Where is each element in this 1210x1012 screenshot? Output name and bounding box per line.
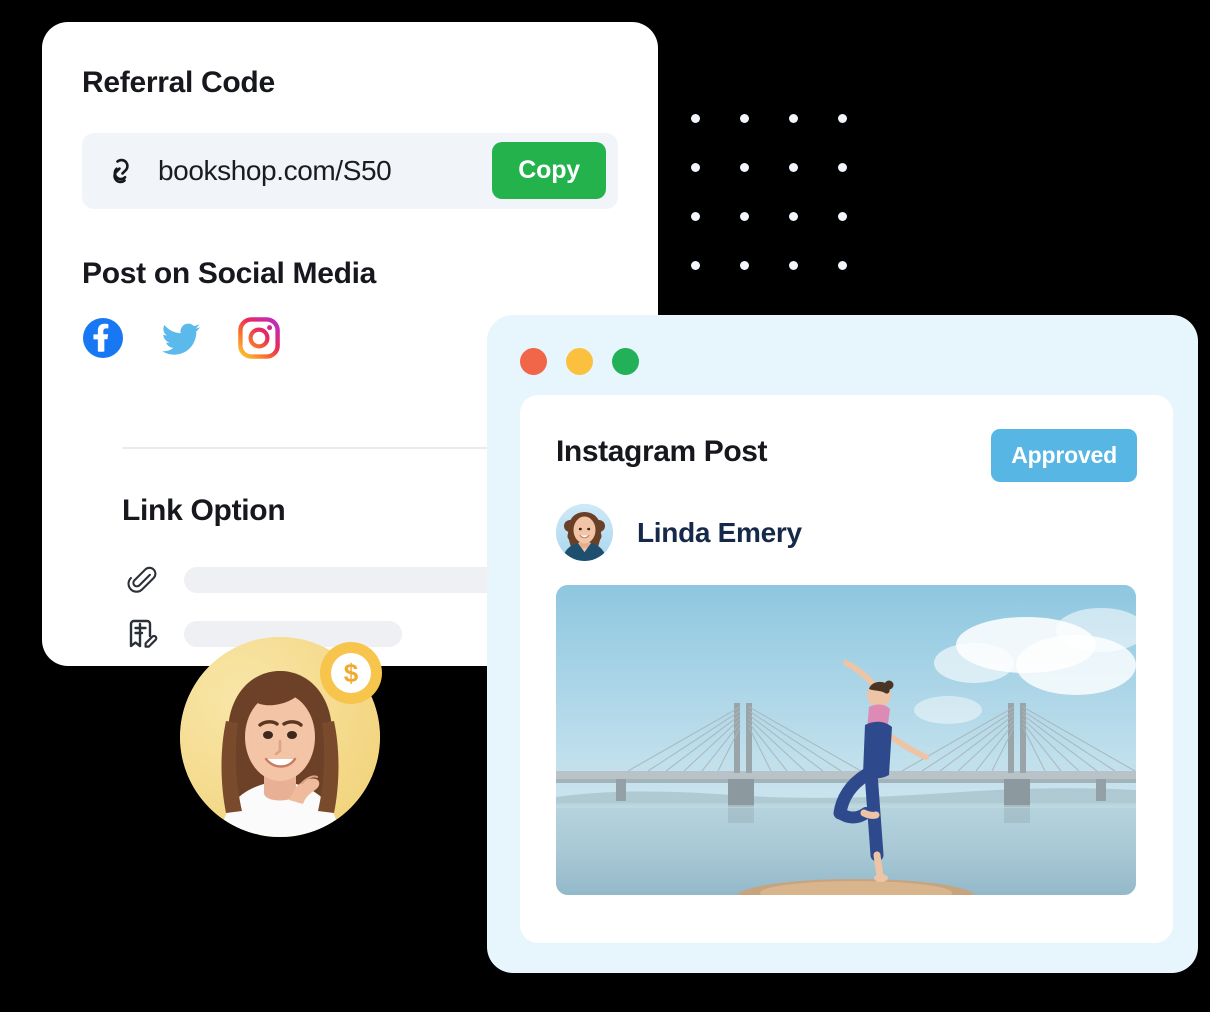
minimize-dot[interactable]: [566, 348, 593, 375]
instagram-post-card: Instagram Post Approved Linda Emery: [520, 395, 1173, 943]
referrer-avatar-wrap: $: [180, 637, 382, 837]
grid-dot: [838, 114, 847, 123]
grid-dot: [789, 261, 798, 270]
grid-dot: [740, 163, 749, 172]
grid-dot: [691, 163, 700, 172]
copy-button[interactable]: Copy: [492, 142, 606, 199]
grid-dot: [789, 163, 798, 172]
grid-dot: [691, 212, 700, 221]
status-badge[interactable]: Approved: [991, 429, 1137, 482]
post-photo[interactable]: [556, 585, 1136, 895]
maximize-dot[interactable]: [612, 348, 639, 375]
twitter-icon[interactable]: [160, 317, 202, 359]
post-header: Instagram Post Approved: [556, 429, 1137, 482]
post-author-name: Linda Emery: [637, 516, 802, 548]
grid-dot: [740, 212, 749, 221]
post-author: Linda Emery: [556, 504, 1137, 561]
facebook-icon[interactable]: [82, 317, 124, 359]
browser-window: Instagram Post Approved Linda Emery: [487, 315, 1198, 973]
post-title: Instagram Post: [556, 435, 768, 468]
close-dot[interactable]: [520, 348, 547, 375]
instagram-icon[interactable]: [238, 317, 280, 359]
grid-dot: [789, 114, 798, 123]
avatar: [556, 504, 613, 561]
referral-link-field[interactable]: bookshop.com/S50 Copy: [82, 132, 618, 209]
dollar-symbol: $: [331, 653, 371, 693]
paperclip-icon: [122, 560, 162, 600]
screenshot-stage: Referral Code bookshop.com/S50 Copy Post…: [0, 0, 1210, 1012]
grid-dot: [838, 212, 847, 221]
referral-card-content: Referral Code bookshop.com/S50 Copy Post…: [42, 22, 658, 359]
grid-dot: [691, 114, 700, 123]
page-title: Referral Code: [82, 66, 275, 99]
dot-grid-decoration: [691, 114, 861, 284]
grid-dot: [691, 261, 700, 270]
referral-url-text[interactable]: bookshop.com/S50: [158, 155, 492, 187]
grid-dot: [838, 163, 847, 172]
link-icon: [104, 154, 138, 188]
link-option-title: Link Option: [122, 494, 286, 527]
grid-dot: [789, 212, 798, 221]
dollar-coin-badge: $: [320, 642, 382, 704]
grid-dot: [838, 261, 847, 270]
window-controls: [520, 348, 639, 375]
note-edit-icon: [122, 614, 162, 654]
social-section-title: Post on Social Media: [82, 256, 377, 290]
grid-dot: [740, 114, 749, 123]
grid-dot: [740, 261, 749, 270]
